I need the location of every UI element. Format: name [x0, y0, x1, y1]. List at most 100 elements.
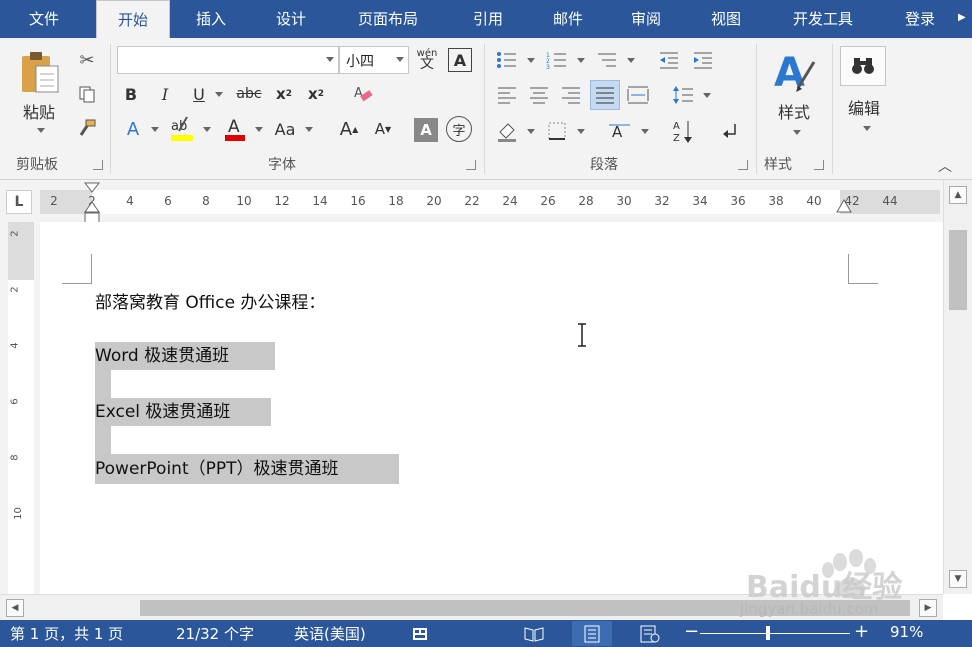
asian-layout-dropdown-icon[interactable]	[636, 118, 650, 144]
tab-view[interactable]: 视图	[693, 0, 759, 38]
collapse-ribbon-icon[interactable]: ︿	[936, 158, 954, 175]
tab-scroll-right-icon[interactable]: ▶	[958, 12, 968, 26]
vertical-scrollbar[interactable]: ▲ ▼	[943, 180, 972, 594]
shading-icon[interactable]	[494, 118, 520, 144]
font-name-combo[interactable]	[117, 46, 339, 74]
multilevel-list-icon[interactable]	[594, 48, 620, 72]
paste-icon[interactable]	[18, 50, 64, 96]
tab-developer[interactable]: 开发工具	[775, 0, 871, 38]
change-case-button[interactable]: Aa	[270, 116, 300, 142]
shading-dropdown-icon[interactable]	[522, 118, 536, 144]
editing-button[interactable]: 编辑	[838, 96, 890, 118]
scroll-up-icon[interactable]: ▲	[949, 186, 967, 204]
font-color-icon[interactable]: A	[222, 114, 248, 144]
decrease-indent-icon[interactable]	[656, 48, 682, 72]
document-line-word[interactable]: Word 极速贯通班	[95, 342, 275, 370]
tab-design[interactable]: 设计	[258, 0, 324, 38]
zoom-level[interactable]: 91%	[890, 623, 923, 641]
justify-icon[interactable]	[590, 80, 620, 110]
scroll-left-icon[interactable]: ◀	[6, 599, 24, 617]
align-left-icon[interactable]	[494, 82, 520, 108]
text-effects-icon[interactable]: A	[120, 116, 146, 142]
underline-dropdown-icon[interactable]	[210, 82, 224, 106]
grow-font-icon[interactable]: A ▲	[336, 116, 362, 142]
shrink-font-icon[interactable]: A ▼	[370, 116, 396, 142]
line-spacing-icon[interactable]	[670, 82, 696, 108]
bullets-dropdown-icon[interactable]	[522, 48, 536, 72]
zoom-in-button[interactable]: +	[854, 621, 869, 642]
indent-marker-icon[interactable]	[83, 182, 101, 224]
tab-review[interactable]: 审阅	[615, 0, 677, 38]
text-effects-dropdown-icon[interactable]	[146, 116, 160, 142]
show-formatting-marks-icon[interactable]	[718, 116, 744, 146]
change-case-dropdown-icon[interactable]	[300, 116, 314, 142]
login-button[interactable]: 登录	[890, 0, 950, 38]
document-area[interactable]: 2 2 4 6 8 10 部落窝教育 Office 办公课程： Word 极速贯通班 Ex…	[0, 222, 943, 594]
read-mode-icon[interactable]	[514, 621, 554, 646]
underline-button[interactable]: U	[188, 82, 210, 106]
superscript-button[interactable]: x2	[304, 82, 328, 106]
align-center-icon[interactable]	[526, 82, 552, 108]
format-painter-icon[interactable]	[74, 116, 100, 140]
cut-icon[interactable]: ✂	[74, 48, 100, 72]
paste-dropdown-icon[interactable]	[32, 124, 46, 136]
zoom-slider-track[interactable]	[700, 633, 850, 634]
tab-mailings[interactable]: 邮件	[535, 0, 601, 38]
clear-formatting-icon[interactable]: A	[350, 82, 376, 106]
page-count[interactable]: 第 1 页，共 1 页	[10, 623, 123, 644]
document-line-title[interactable]: 部落窝教育 Office 办公课程：	[95, 288, 325, 313]
right-indent-marker-icon[interactable]	[836, 198, 852, 214]
font-color-dropdown-icon[interactable]	[250, 116, 264, 142]
align-right-icon[interactable]	[558, 82, 584, 108]
clipboard-launcher-icon[interactable]	[93, 160, 103, 170]
highlight-color-icon[interactable]: ab	[168, 114, 196, 144]
borders-icon[interactable]	[544, 118, 570, 144]
styles-launcher-icon[interactable]	[814, 160, 824, 170]
zoom-out-button[interactable]: −	[684, 621, 699, 642]
styles-dropdown-icon[interactable]	[788, 126, 802, 138]
character-border-icon[interactable]: A	[448, 48, 472, 72]
enclose-characters-icon[interactable]: 字	[446, 116, 472, 142]
font-launcher-icon[interactable]	[466, 160, 476, 170]
word-count[interactable]: 21/32 个字	[176, 623, 254, 644]
subscript-button[interactable]: x2	[272, 82, 296, 106]
tab-file[interactable]: 文件	[0, 0, 88, 38]
tab-selector-button[interactable]: L	[6, 190, 32, 214]
tab-layout[interactable]: 页面布局	[340, 0, 436, 38]
increase-indent-icon[interactable]	[690, 48, 716, 72]
tab-references[interactable]: 引用	[455, 0, 521, 38]
strikethrough-button[interactable]: abc	[232, 82, 266, 106]
distributed-icon[interactable]	[624, 82, 652, 108]
line-spacing-dropdown-icon[interactable]	[698, 82, 712, 108]
numbering-dropdown-icon[interactable]	[572, 48, 586, 72]
copy-icon[interactable]	[74, 82, 100, 106]
print-layout-icon[interactable]	[572, 621, 612, 646]
bold-button[interactable]: B	[120, 82, 142, 106]
sort-icon[interactable]: AZ	[670, 116, 696, 146]
paste-button[interactable]: 粘贴	[16, 100, 62, 122]
phonetic-guide-button[interactable]: wén 文	[414, 44, 440, 74]
tab-insert[interactable]: 插入	[178, 0, 244, 38]
borders-dropdown-icon[interactable]	[572, 118, 586, 144]
macro-record-icon[interactable]	[402, 621, 442, 646]
italic-button[interactable]: I	[154, 82, 176, 106]
asian-layout-icon[interactable]: A	[606, 118, 634, 144]
editing-dropdown-icon[interactable]	[858, 122, 872, 134]
numbering-icon[interactable]: 123	[544, 48, 570, 72]
tab-home[interactable]: 开始	[96, 0, 170, 38]
styles-icon[interactable]: A	[770, 48, 818, 98]
highlight-dropdown-icon[interactable]	[198, 116, 212, 142]
character-shading-icon[interactable]: A	[414, 118, 438, 142]
styles-button[interactable]: 样式	[766, 100, 822, 122]
font-size-combo[interactable]: 小四	[339, 46, 409, 74]
zoom-slider-thumb[interactable]	[766, 626, 770, 640]
scroll-down-icon[interactable]: ▼	[949, 570, 967, 588]
document-line-powerpoint[interactable]: PowerPoint（PPT）极速贯通班	[95, 454, 399, 484]
language-indicator[interactable]: 英语(美国)	[294, 623, 366, 644]
document-line-excel[interactable]: Excel 极速贯通班	[95, 398, 271, 426]
bullets-icon[interactable]	[494, 48, 520, 72]
paragraph-launcher-icon[interactable]	[738, 160, 748, 170]
vertical-scroll-thumb[interactable]	[949, 230, 967, 310]
binoculars-icon[interactable]	[840, 46, 886, 86]
multilevel-dropdown-icon[interactable]	[622, 48, 636, 72]
